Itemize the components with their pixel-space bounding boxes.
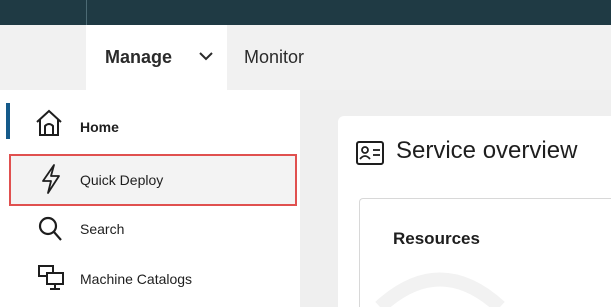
chevron-down-icon[interactable] xyxy=(198,50,214,62)
tab-manage-label: Manage xyxy=(105,47,173,67)
top-strip-divider xyxy=(86,0,87,25)
top-strip xyxy=(0,0,611,25)
resources-chart-arc xyxy=(375,272,505,307)
sidebar-item-machine-catalogs[interactable]: Machine Catalogs xyxy=(0,258,300,298)
sidebar-item-quick-deploy-label: Quick Deploy xyxy=(80,172,164,188)
resources-title: Resources xyxy=(393,229,480,248)
page-title: Service overview xyxy=(396,137,578,164)
tab-monitor[interactable]: Monitor xyxy=(244,25,304,90)
id-card-icon xyxy=(356,141,384,165)
top-nav: Manage Monitor xyxy=(0,25,611,90)
sidebar-item-machine-catalogs-label: Machine Catalogs xyxy=(80,271,193,287)
sidebar-item-search[interactable]: Search xyxy=(0,210,300,250)
search-icon xyxy=(38,216,62,241)
active-indicator xyxy=(6,103,10,139)
sidebar-item-quick-deploy[interactable]: Quick Deploy xyxy=(0,160,300,200)
sidebar-item-home-label: Home xyxy=(80,119,119,135)
home-icon xyxy=(36,109,62,136)
sidebar-item-search-label: Search xyxy=(80,221,125,237)
sidebar-item-home[interactable]: Home xyxy=(0,103,300,143)
tab-monitor-label: Monitor xyxy=(244,47,305,67)
tab-manage[interactable]: Manage xyxy=(86,25,227,90)
lightning-icon xyxy=(42,164,60,194)
machine-catalogs-icon xyxy=(38,265,64,290)
